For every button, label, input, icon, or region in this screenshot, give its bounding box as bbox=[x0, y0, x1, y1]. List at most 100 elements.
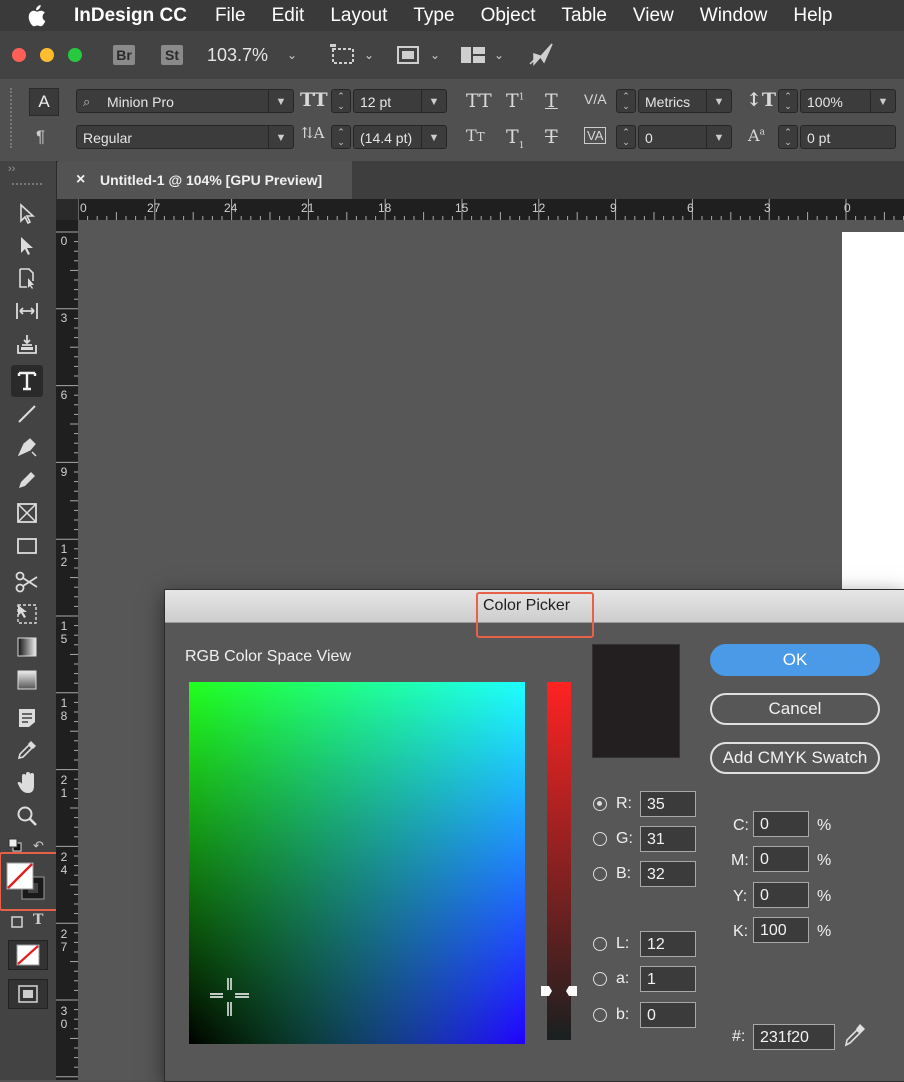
subscript-icon[interactable]: T1 bbox=[506, 126, 524, 151]
font-style-field[interactable]: Regular ▼ bbox=[76, 125, 294, 149]
menu-view[interactable]: View bbox=[633, 5, 674, 27]
horizontal-ruler[interactable]: 0 27 24 21 18 15 12 9 6 3 0 bbox=[58, 199, 904, 220]
apply-color-button[interactable] bbox=[8, 940, 48, 970]
character-controls-icon[interactable]: A bbox=[29, 88, 59, 116]
baseline-shift-stepper[interactable]: ⌃ ⌄ bbox=[778, 125, 798, 149]
font-family-chevron-down-icon[interactable]: ▼ bbox=[268, 90, 293, 112]
ruler-origin[interactable] bbox=[56, 199, 78, 220]
app-menu[interactable]: InDesign CC bbox=[74, 5, 187, 27]
menu-object[interactable]: Object bbox=[481, 5, 536, 27]
free-transform-tool-icon[interactable] bbox=[11, 598, 43, 630]
m-input[interactable]: 0 bbox=[753, 846, 809, 872]
small-caps-icon[interactable]: TT bbox=[466, 126, 485, 145]
vertical-scale-chevron-down-icon[interactable]: ▼ bbox=[870, 90, 895, 112]
stock-button[interactable]: St bbox=[161, 45, 183, 65]
eyedropper-tool-icon[interactable] bbox=[11, 734, 43, 766]
underline-icon[interactable]: T bbox=[545, 90, 558, 112]
close-tab-icon[interactable]: × bbox=[76, 161, 85, 199]
publish-online-icon[interactable] bbox=[528, 42, 554, 71]
tools-grip[interactable] bbox=[12, 183, 42, 188]
font-style-chevron-down-icon[interactable]: ▼ bbox=[268, 126, 293, 148]
r-radio[interactable] bbox=[593, 797, 607, 811]
tracking-field[interactable]: 0 ▼ bbox=[638, 125, 732, 149]
baseline-shift-field[interactable]: 0 pt bbox=[800, 125, 896, 149]
cancel-button[interactable]: Cancel bbox=[710, 693, 880, 725]
vertical-scale-stepper[interactable]: ⌃ ⌄ bbox=[778, 89, 798, 113]
color-field[interactable] bbox=[189, 682, 525, 1044]
add-cmyk-swatch-button[interactable]: Add CMYK Swatch bbox=[710, 742, 880, 774]
strikethrough-icon[interactable]: T bbox=[545, 126, 558, 148]
leading-field[interactable]: (14.4 pt) ▼ bbox=[353, 125, 447, 149]
menu-help[interactable]: Help bbox=[793, 5, 832, 27]
selection-tool-icon[interactable] bbox=[11, 198, 43, 230]
close-window-button[interactable] bbox=[12, 48, 26, 62]
minimize-window-button[interactable] bbox=[40, 48, 54, 62]
slider-thumb[interactable] bbox=[541, 984, 577, 996]
c-input[interactable]: 0 bbox=[753, 811, 809, 837]
direct-selection-tool-icon[interactable] bbox=[11, 230, 43, 262]
arrange-chevron-down-icon[interactable]: ⌄ bbox=[494, 48, 504, 62]
g-input[interactable]: 31 bbox=[640, 826, 696, 852]
rectangle-frame-tool-icon[interactable] bbox=[11, 497, 43, 529]
menu-type[interactable]: Type bbox=[413, 5, 454, 27]
view-options-icon[interactable] bbox=[330, 44, 358, 71]
menu-window[interactable]: Window bbox=[700, 5, 768, 27]
kerning-chevron-down-icon[interactable]: ▼ bbox=[706, 90, 731, 112]
zoom-tool-icon[interactable] bbox=[11, 800, 43, 832]
panel-grip[interactable] bbox=[10, 88, 14, 148]
hex-input[interactable]: 231f20 bbox=[753, 1024, 835, 1050]
menu-file[interactable]: File bbox=[215, 5, 246, 27]
kerning-field[interactable]: Metrics ▼ bbox=[638, 89, 732, 113]
pen-tool-icon[interactable] bbox=[11, 431, 43, 463]
menu-edit[interactable]: Edit bbox=[272, 5, 305, 27]
paragraph-controls-icon[interactable]: ¶ bbox=[36, 127, 45, 147]
formatting-container-icon[interactable] bbox=[11, 915, 23, 933]
all-caps-icon[interactable]: TT bbox=[466, 90, 492, 112]
font-size-field[interactable]: 12 pt ▼ bbox=[353, 89, 447, 113]
tracking-chevron-down-icon[interactable]: ▼ bbox=[706, 126, 731, 148]
ok-button[interactable]: OK bbox=[710, 644, 880, 676]
gradient-swatch-tool-icon[interactable] bbox=[11, 631, 43, 663]
l-input[interactable]: 12 bbox=[640, 931, 696, 957]
note-tool-icon[interactable] bbox=[11, 702, 43, 734]
scissors-tool-icon[interactable] bbox=[11, 566, 43, 598]
zoom-chevron-down-icon[interactable]: ⌄ bbox=[287, 48, 297, 62]
pencil-tool-icon[interactable] bbox=[11, 464, 43, 496]
leading-stepper[interactable]: ⌃ ⌄ bbox=[331, 125, 351, 149]
y-input[interactable]: 0 bbox=[753, 882, 809, 908]
r-input[interactable]: 35 bbox=[640, 791, 696, 817]
k-input[interactable]: 100 bbox=[753, 917, 809, 943]
a-input[interactable]: 1 bbox=[640, 966, 696, 992]
lab-b-radio[interactable] bbox=[593, 1008, 607, 1022]
hand-tool-icon[interactable] bbox=[11, 767, 43, 799]
document-page[interactable] bbox=[842, 232, 904, 592]
bridge-button[interactable]: Br bbox=[113, 45, 135, 65]
menu-layout[interactable]: Layout bbox=[330, 5, 387, 27]
superscript-icon[interactable]: T1 bbox=[506, 90, 524, 112]
tracking-stepper[interactable]: ⌃ ⌄ bbox=[616, 125, 636, 149]
lab-b-input[interactable]: 0 bbox=[640, 1002, 696, 1028]
b-radio[interactable] bbox=[593, 867, 607, 881]
view-chevron-down-icon[interactable]: ⌄ bbox=[364, 48, 374, 62]
a-radio[interactable] bbox=[593, 972, 607, 986]
collapse-panel-icon[interactable]: ›› bbox=[8, 163, 15, 175]
line-tool-icon[interactable] bbox=[11, 398, 43, 430]
gradient-feather-tool-icon[interactable] bbox=[11, 664, 43, 696]
arrange-documents-icon[interactable] bbox=[460, 45, 486, 70]
g-radio[interactable] bbox=[593, 832, 607, 846]
apple-icon[interactable] bbox=[26, 4, 52, 27]
vertical-scale-field[interactable]: 100% ▼ bbox=[800, 89, 896, 113]
l-radio[interactable] bbox=[593, 937, 607, 951]
font-size-chevron-down-icon[interactable]: ▼ bbox=[421, 90, 446, 112]
formatting-text-icon[interactable]: T bbox=[33, 912, 43, 928]
page-tool-icon[interactable] bbox=[11, 262, 43, 294]
zoom-window-button[interactable] bbox=[68, 48, 82, 62]
screen-mode-icon[interactable] bbox=[396, 44, 420, 71]
rectangle-tool-icon[interactable] bbox=[11, 530, 43, 562]
type-tool-icon[interactable] bbox=[11, 365, 43, 397]
font-size-stepper[interactable]: ⌃ ⌄ bbox=[331, 89, 351, 113]
menu-table[interactable]: Table bbox=[562, 5, 607, 27]
eyedropper-icon[interactable] bbox=[843, 1022, 867, 1053]
screen-mode-chevron-down-icon[interactable]: ⌄ bbox=[430, 48, 440, 62]
zoom-level[interactable]: 103.7% bbox=[207, 45, 268, 66]
